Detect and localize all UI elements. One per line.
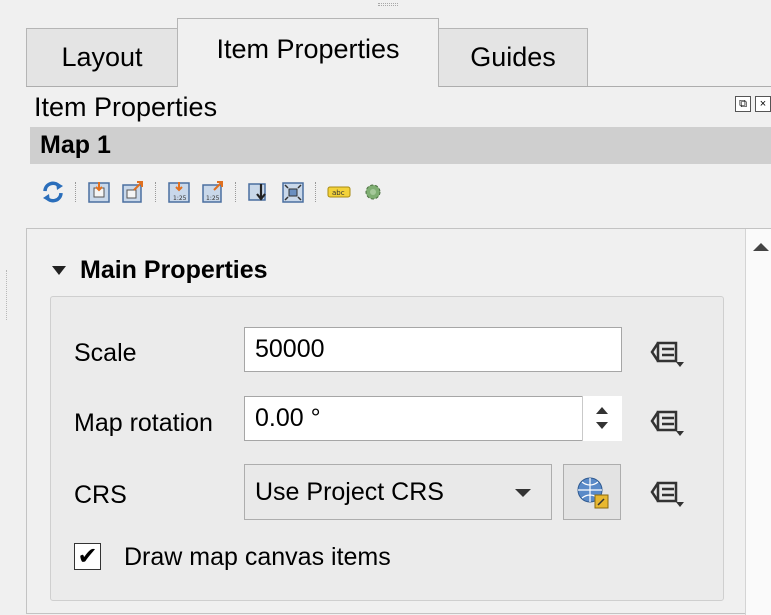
zoom-content-icon[interactable] [280,179,306,205]
set-canvas-scale-icon[interactable]: 1:25 [200,179,226,205]
tab-bar: Layout Item Properties Guides [0,0,771,88]
globe-icon [577,477,609,509]
set-extent-from-canvas-icon[interactable] [86,179,112,205]
rotation-stepper[interactable] [582,396,622,441]
map-rotation-label: Map rotation [74,409,213,437]
panel-title: Item Properties [34,92,218,122]
data-defined-override-icon[interactable] [638,399,698,443]
toolbar-separator [315,182,317,202]
float-panel-icon[interactable]: ⧉ [735,96,751,112]
collapse-triangle-icon[interactable] [52,266,66,275]
map-item-toolbar: 1:25 1:25 abc [40,176,394,208]
data-defined-override-icon[interactable] [638,330,698,374]
draw-canvas-items-checkbox[interactable]: ✔ [74,543,101,570]
tab-guides[interactable]: Guides [438,28,588,86]
panel-controls: ⧉ × [735,96,771,112]
scale-label: Scale [74,339,137,367]
crs-select[interactable]: Use Project CRS [244,464,552,520]
dock-resize-handle[interactable] [6,270,10,320]
svg-text:abc: abc [332,189,345,197]
clip-settings-icon[interactable] [360,179,386,205]
scroll-up-icon[interactable] [753,243,769,251]
tab-layout[interactable]: Layout [26,28,178,86]
crs-selector-button[interactable] [563,464,621,520]
main-properties-header[interactable]: Main Properties [52,256,268,285]
step-down-icon[interactable] [596,422,608,429]
scale-input[interactable]: 50000 [244,327,622,372]
close-panel-icon[interactable]: × [755,96,771,112]
toolbar-separator [155,182,157,202]
data-defined-override-icon[interactable] [638,470,698,514]
group-title: Main Properties [80,256,268,284]
crs-label: CRS [74,481,127,509]
set-scale-from-canvas-icon[interactable]: 1:25 [166,179,192,205]
view-extent-in-canvas-icon[interactable] [120,179,146,205]
item-name-header: Map 1 [30,127,771,164]
vertical-scrollbar[interactable] [745,229,771,615]
refresh-icon[interactable] [40,179,66,205]
toolbar-separator [235,182,237,202]
label-settings-icon[interactable]: abc [326,179,352,205]
draw-canvas-items-label[interactable]: Draw map canvas items [124,543,391,572]
svg-text:1:25: 1:25 [173,195,187,202]
toolbar-separator [75,182,77,202]
tab-item-properties[interactable]: Item Properties [177,18,439,87]
scrollbar-thumb[interactable] [746,263,771,615]
move-content-icon[interactable] [246,179,272,205]
step-up-icon[interactable] [596,407,608,414]
svg-text:1:25: 1:25 [206,195,220,202]
crs-selected-value: Use Project CRS [255,478,444,506]
chevron-down-icon[interactable] [515,489,531,497]
map-rotation-spinbox[interactable]: 0.00 ° [244,396,622,441]
